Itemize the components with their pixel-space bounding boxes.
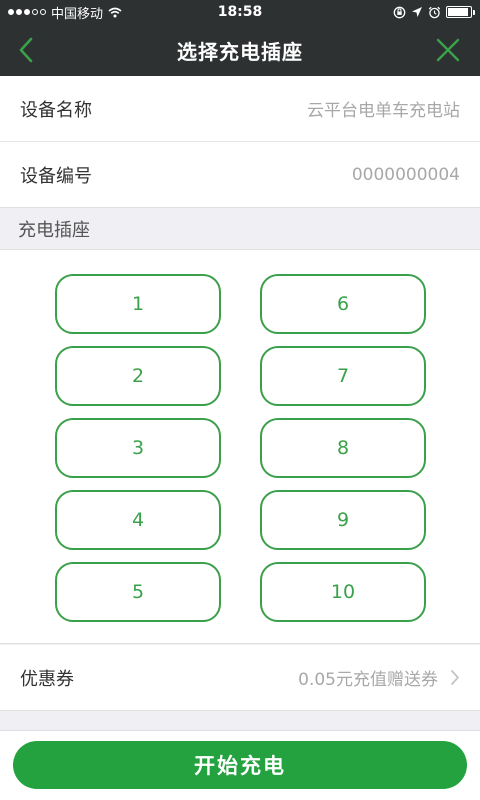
device-name-value: 云平台电单车充电站 <box>307 101 460 121</box>
device-name-label: 设备名称 <box>20 99 92 121</box>
status-left: 中国移动 <box>8 3 122 22</box>
socket-button-10[interactable]: 10 <box>260 562 426 622</box>
coupon-selector[interactable]: 0.05元充值赠送券 <box>298 665 460 690</box>
device-code-row: 设备编号 0000000004 <box>0 142 480 208</box>
status-bar: 中国移动 18:58 <box>0 0 480 24</box>
coupon-value: 0.05元充值赠送券 <box>298 670 438 690</box>
coupon-row[interactable]: 优惠券 0.05元充值赠送券 <box>0 645 480 711</box>
socket-button-2[interactable]: 2 <box>55 346 221 406</box>
chevron-left-icon <box>19 37 33 63</box>
back-button[interactable] <box>0 24 52 76</box>
carrier-name: 中国移动 <box>51 6 104 22</box>
socket-section-header: 充电插座 <box>0 208 480 250</box>
socket-grid: 1 2 3 4 5 6 7 8 9 10 <box>0 250 480 644</box>
battery-icon <box>446 6 475 18</box>
socket-button-7[interactable]: 7 <box>260 346 426 406</box>
location-arrow-icon <box>412 7 422 17</box>
start-charging-button[interactable]: 开始充电 <box>13 741 467 789</box>
socket-button-1[interactable]: 1 <box>55 274 221 334</box>
alarm-clock-icon <box>428 6 441 18</box>
signal-strength-icon <box>8 9 46 15</box>
close-button[interactable] <box>422 24 474 76</box>
close-icon <box>436 38 460 62</box>
socket-button-8[interactable]: 8 <box>260 418 426 478</box>
socket-button-6[interactable]: 6 <box>260 274 426 334</box>
coupon-label: 优惠券 <box>20 668 74 690</box>
wifi-icon <box>108 7 122 17</box>
socket-button-9[interactable]: 9 <box>260 490 426 550</box>
socket-button-5[interactable]: 5 <box>55 562 221 622</box>
page-title: 选择充电插座 <box>177 39 303 64</box>
bottom-action-bar: 开始充电 <box>0 730 480 800</box>
status-right <box>393 6 475 19</box>
socket-button-3[interactable]: 3 <box>55 418 221 478</box>
chevron-right-icon <box>451 670 459 685</box>
nav-bar: 选择充电插座 <box>0 24 480 76</box>
device-code-value: 0000000004 <box>351 164 460 185</box>
rotation-lock-icon <box>393 6 406 18</box>
socket-button-4[interactable]: 4 <box>55 490 221 550</box>
device-name-row: 设备名称 云平台电单车充电站 <box>0 76 480 142</box>
device-code-label: 设备编号 <box>20 165 92 187</box>
